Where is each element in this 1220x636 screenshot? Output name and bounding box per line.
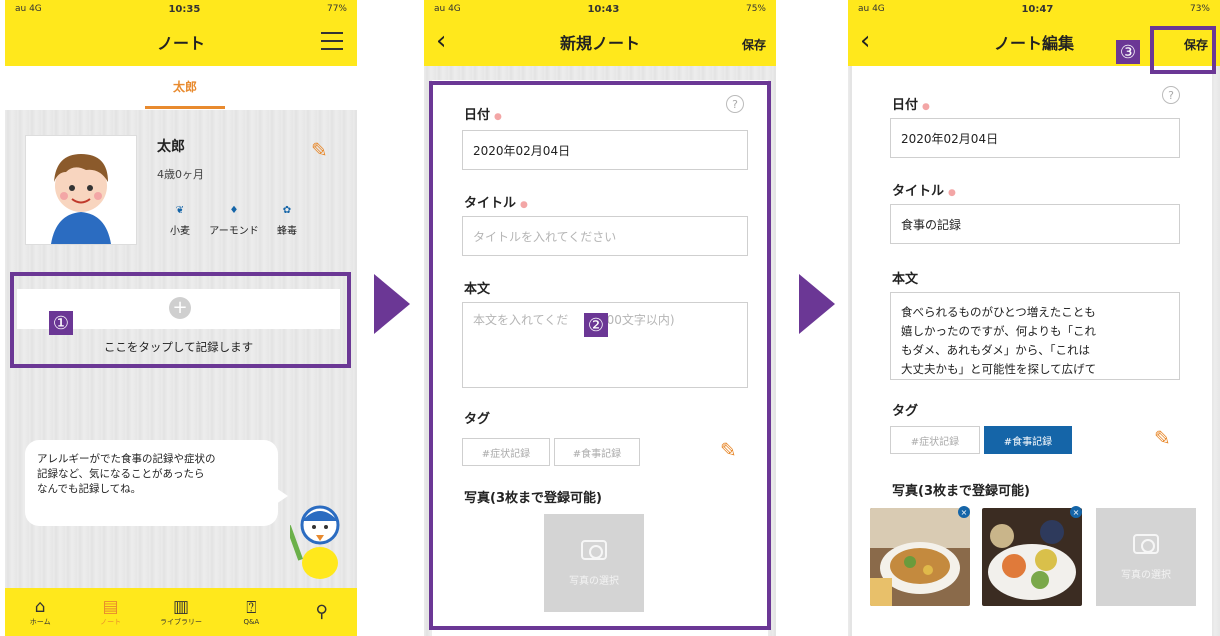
tab-child[interactable]: 太郎: [145, 78, 225, 95]
tab-home[interactable]: ⌂ ホーム: [17, 597, 63, 627]
body-line: 嬉しかったのですが、何よりも「これ: [901, 324, 1097, 338]
pin-icon: ⚲: [315, 602, 328, 622]
save-button[interactable]: 保存: [742, 36, 766, 53]
allergy-wheat: 小麦: [170, 226, 190, 237]
tag-label: タグ: [892, 404, 919, 419]
body-line: 食べられるものがひとつ増えたことも: [901, 305, 1096, 319]
wheat-icon: ❦: [175, 205, 185, 216]
step-badge-3: ③: [1116, 40, 1140, 64]
tab-label: ノート: [100, 618, 122, 626]
photo-thumbnail[interactable]: [982, 508, 1082, 606]
body-line: 大丈夫かも」と可能性を探して広げて: [901, 362, 1097, 376]
tab-label: ホーム: [29, 618, 51, 626]
bubble-line: アレルギーがでた食事の記録や症状の: [37, 453, 216, 465]
tab-library[interactable]: ▥ ライブラリー: [158, 597, 204, 627]
body-textarea[interactable]: 食べられるものがひとつ増えたことも 嬉しかったのですが、何よりも「これ もダメ、…: [890, 292, 1180, 380]
step-badge-1: ①: [49, 311, 73, 335]
flow-arrow-2: [799, 274, 835, 334]
help-icon[interactable]: ?: [1162, 86, 1180, 104]
screen-note-list: au 4G 10:35 77% ノート 太郎 太郎 ✎ 4歳0ヶ月 ❦ 小麦 ♦…: [5, 0, 357, 636]
battery-text: 75%: [745, 4, 766, 14]
clock-text: 10:43: [587, 3, 620, 15]
photo-select-label: 写真の選択: [1121, 569, 1171, 581]
screen-edit-note: au 4G 10:47 73% ‹ ノート編集 保存 日付 ● ? 2020年02…: [848, 0, 1220, 636]
note-icon: ▤: [102, 597, 119, 617]
library-icon: ▥: [172, 597, 189, 617]
back-chevron-icon[interactable]: ‹: [860, 26, 870, 56]
body-line: もダメ、あれもダメ」から、「これは: [901, 343, 1091, 357]
back-chevron-icon[interactable]: ‹: [436, 26, 446, 56]
clock-text: 10:35: [168, 3, 201, 15]
nav-bar: ノート: [5, 18, 357, 66]
battery-text: 73%: [1189, 4, 1210, 14]
camera-icon: [1133, 533, 1159, 554]
profile-name: 太郎: [157, 139, 185, 155]
page-title: ノート編集: [993, 34, 1074, 53]
home-icon: ⌂: [34, 597, 46, 617]
allergy-bee: 蜂毒: [277, 226, 297, 237]
tab-note[interactable]: ▤ ノート: [88, 597, 134, 627]
profile-card: [25, 135, 137, 245]
remove-photo-icon[interactable]: ×: [1070, 506, 1082, 518]
required-mark: ●: [948, 188, 956, 198]
bee-icon: ✿: [282, 205, 292, 216]
speech-bubble: アレルギーがでた食事の記録や症状の 記録など、気になることがあったら なんでも記…: [25, 440, 288, 526]
photo-label: 写真(3枚まで登録可能): [892, 484, 1030, 499]
flow-arrow-1: [374, 274, 410, 334]
clock-text: 10:47: [1021, 3, 1054, 15]
page-title: 新規ノート: [559, 34, 640, 53]
qa-icon: ⍰: [246, 598, 257, 618]
required-mark: ●: [922, 102, 930, 112]
photo-select-button[interactable]: 写真の選択: [1096, 508, 1196, 606]
child-avatar: [26, 136, 136, 244]
bottom-tab-bar: ⌂ ホーム ▤ ノート ▥ ライブラリー ⍰ Q&A ⚲: [5, 588, 357, 636]
tab-pin[interactable]: ⚲: [299, 602, 345, 622]
tab-qa[interactable]: ⍰ Q&A: [228, 598, 274, 626]
status-bar: au 4G 10:35 77%: [5, 0, 357, 18]
bubble-line: なんでも記録してね。: [37, 483, 142, 495]
photo-thumbnail[interactable]: [870, 508, 970, 606]
food-photo-1: [870, 508, 970, 606]
battery-text: 77%: [326, 4, 347, 14]
tab-label: Q&A: [243, 618, 260, 626]
title-input[interactable]: 食事の記録: [890, 204, 1180, 244]
tab-label: ライブラリー: [159, 618, 202, 626]
nav-bar: ‹ 新規ノート 保存: [424, 18, 776, 66]
title-label: タイトル ●: [892, 184, 956, 199]
bubble-line: 記録など、気になることがあったら: [37, 468, 205, 480]
status-bar: au 4G 10:43 75%: [424, 0, 776, 18]
menu-icon[interactable]: [321, 32, 343, 50]
mascot-image: [290, 505, 340, 579]
date-label: 日付 ●: [892, 98, 930, 113]
carrier-text: au 4G: [15, 4, 42, 14]
status-bar: au 4G 10:47 73%: [848, 0, 1220, 18]
body-label: 本文: [892, 272, 919, 287]
highlight-box-2: [429, 81, 771, 630]
remove-photo-icon[interactable]: ×: [958, 506, 970, 518]
carrier-text: au 4G: [858, 4, 885, 14]
page-title: ノート: [156, 34, 205, 53]
tab-underline: [145, 106, 225, 109]
screen-new-note: au 4G 10:43 75% ‹ 新規ノート 保存 日付 ● ? 2020年02…: [424, 0, 776, 636]
highlight-box-3: [1150, 26, 1216, 74]
profile-age: 4歳0ヶ月: [157, 168, 204, 181]
date-field[interactable]: 2020年02月04日: [890, 118, 1180, 158]
edit-tags-pencil-icon[interactable]: ✎: [1154, 426, 1171, 450]
tag-symptom[interactable]: #症状記録: [890, 426, 980, 454]
food-photo-2: [982, 508, 1082, 606]
carrier-text: au 4G: [434, 4, 461, 14]
allergy-almond: アーモンド: [209, 226, 259, 237]
child-tab-strip: 太郎: [5, 66, 357, 110]
almond-icon: ♦: [229, 205, 239, 216]
tag-meal-selected[interactable]: #食事記録: [984, 426, 1072, 454]
edit-profile-pencil-icon[interactable]: ✎: [311, 138, 328, 162]
